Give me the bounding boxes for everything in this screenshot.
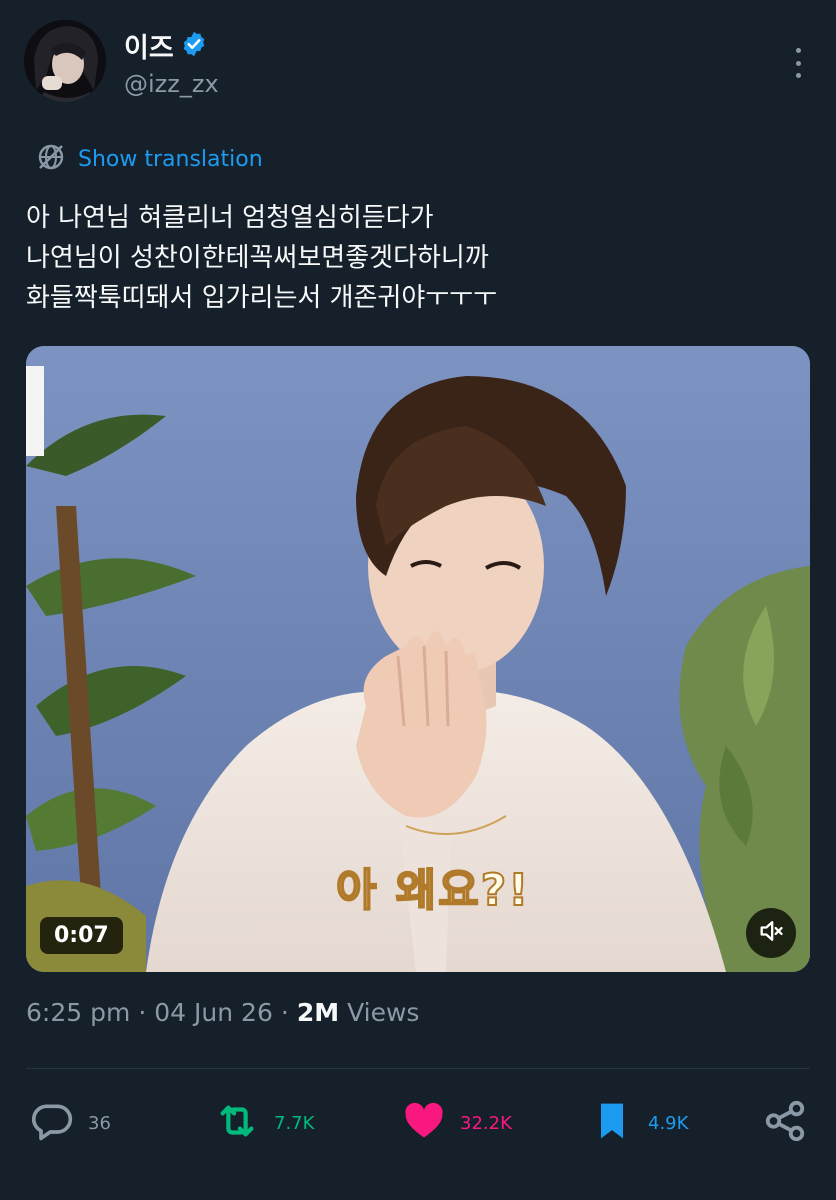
tweet-text-line: 화들짝툭띠돼서 입가리는서 개존귀야ㅜㅜㅜ [26,283,498,313]
more-options-button[interactable] [786,48,810,78]
more-dot-icon [795,73,801,78]
video-player[interactable]: 아 왜요?! 0:07 [26,346,810,972]
more-dot-icon [795,48,801,53]
bookmark-button[interactable]: 4.9K [590,1098,688,1148]
avatar-image [24,20,106,102]
author-name-row: 이즈 [124,26,208,65]
share-icon [762,1098,808,1148]
tweet-date[interactable]: 04 Jun 26 [154,998,273,1027]
display-name[interactable]: 이즈 [124,26,174,65]
action-bar: 36 7.7K 32.2K 4.9K [0,1098,836,1148]
globe-icon [36,142,66,176]
reply-icon [30,1099,74,1147]
video-duration: 0:07 [40,917,123,954]
like-count: 32.2K [460,1112,512,1134]
like-button[interactable]: 32.2K [402,1098,512,1148]
tweet: 이즈 @izz_zx Show translation 아 나연님 혀클리너 엄… [0,0,836,1200]
video-caption: 아 왜요?! [335,864,531,917]
avatar[interactable] [24,20,106,102]
tweet-meta: 6:25 pm · 04 Jun 26 · 2M Views [26,998,419,1027]
meta-separator: · [280,998,289,1027]
verified-badge-icon [180,30,208,62]
reply-button[interactable]: 36 [30,1098,111,1148]
speaker-muted-icon [757,917,785,949]
mute-button[interactable] [746,908,796,958]
tweet-time[interactable]: 6:25 pm [26,998,130,1027]
retweet-icon [214,1098,260,1148]
show-translation-link[interactable]: Show translation [36,142,263,176]
bookmark-icon [590,1099,634,1147]
reply-count: 36 [88,1112,111,1134]
share-button[interactable] [762,1098,808,1148]
tweet-text-line: 나연님이 성찬이한테꼭써보면좋겟다하니까 [26,243,489,273]
views-count: 2M [296,998,340,1027]
retweet-count: 7.7K [274,1112,315,1134]
views-label: Views [347,998,420,1027]
author-handle[interactable]: @izz_zx [124,70,219,98]
show-translation-label: Show translation [78,146,263,172]
divider [26,1068,810,1069]
tweet-text: 아 나연님 혀클리너 엄청열심히듣다가 나연님이 성찬이한테꼭써보면좋겟다하니까… [26,198,816,318]
bookmark-count: 4.9K [648,1112,689,1134]
heart-icon [402,1099,446,1147]
tweet-text-line: 아 나연님 혀클리너 엄청열심히듣다가 [26,203,434,233]
retweet-button[interactable]: 7.7K [214,1098,314,1148]
more-dot-icon [795,60,801,66]
meta-separator: · [138,998,147,1027]
